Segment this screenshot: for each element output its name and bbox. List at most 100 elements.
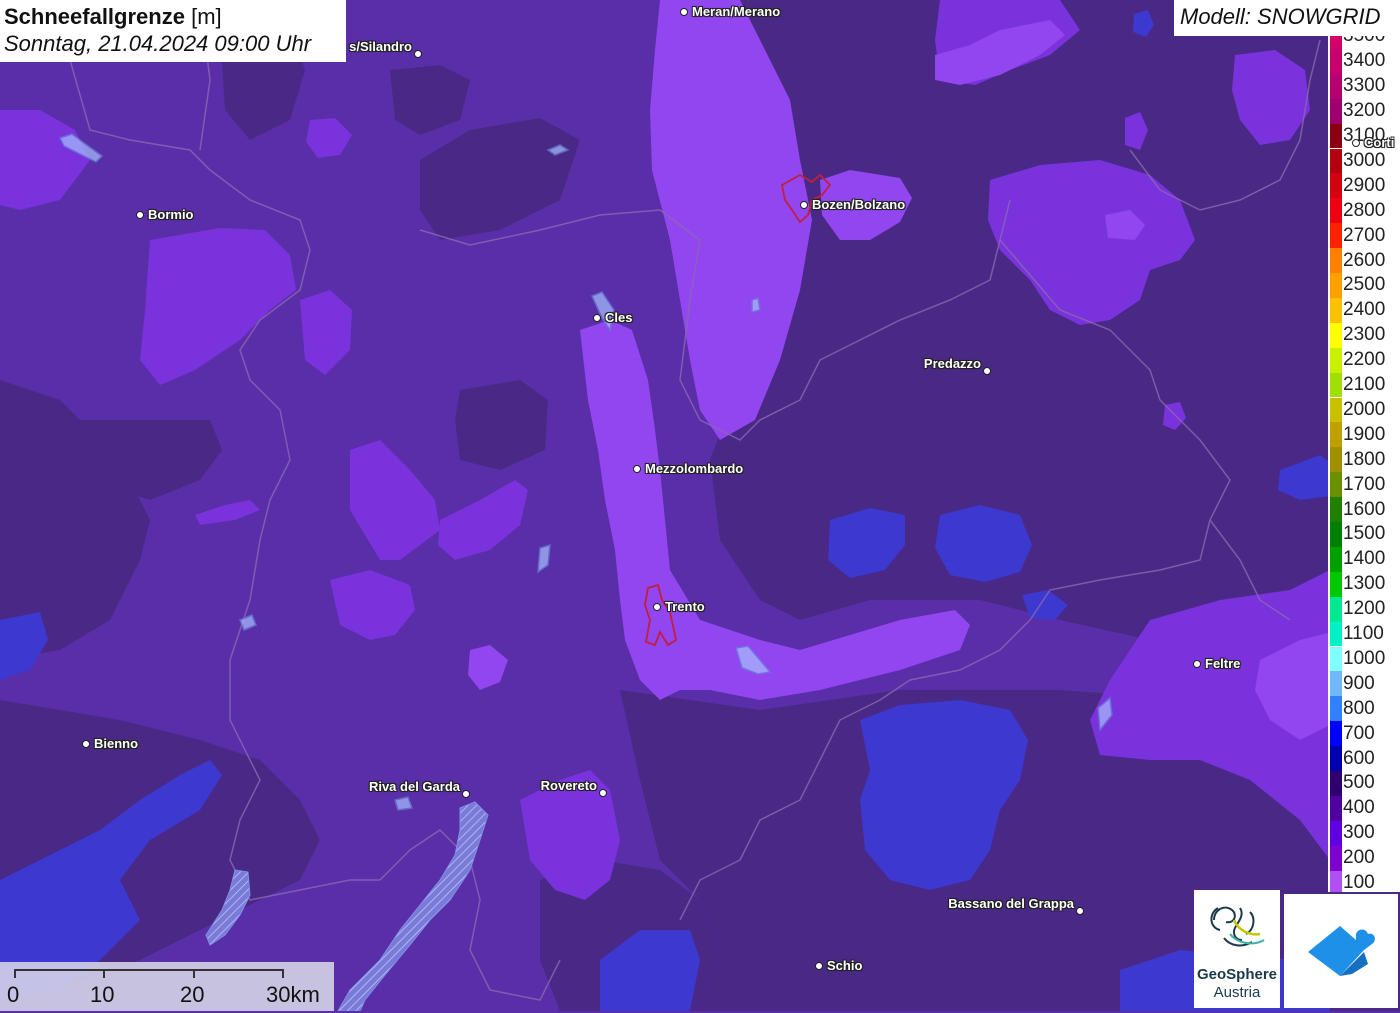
legend-label: 3200 (1343, 100, 1386, 122)
city-dot-icon (800, 201, 808, 209)
city-label: Bormio (148, 207, 194, 222)
legend-item: 100 (1328, 870, 1400, 892)
map-title-box: Schneefallgrenze [m] Sonntag, 21.04.2024… (0, 0, 346, 62)
legend-item: 400 (1328, 795, 1400, 821)
legend-item: 1900 (1328, 422, 1400, 448)
legend-label: 800 (1343, 697, 1375, 719)
legend-label: 400 (1343, 797, 1375, 819)
city-dot-icon (633, 465, 641, 473)
legend-label: 3000 (1343, 149, 1386, 171)
legend-item: 3000 (1328, 148, 1400, 174)
legend-swatch (1330, 621, 1342, 647)
legend-item: 1700 (1328, 472, 1400, 498)
legend-swatch (1330, 795, 1342, 821)
legend-swatch (1330, 347, 1342, 373)
legend-item: 300 (1328, 820, 1400, 846)
legend-label: 2100 (1343, 374, 1386, 396)
city-label: Meran/Merano (692, 4, 781, 19)
legend-label: 700 (1343, 722, 1375, 744)
scale-tick (14, 969, 16, 978)
city-label: Corti (1364, 135, 1395, 150)
legend-item: 2800 (1328, 198, 1400, 224)
legend-label: 2700 (1343, 224, 1386, 246)
legend-item: 2400 (1328, 297, 1400, 323)
city-dot-icon (815, 962, 823, 970)
legend-swatch (1330, 173, 1342, 199)
city-label: Feltre (1205, 656, 1241, 671)
city-dot-icon (1076, 907, 1084, 915)
legend-item: 3400 (1328, 48, 1400, 74)
legend-swatch (1330, 721, 1342, 747)
legend-label: 1600 (1343, 498, 1386, 520)
scale-tick (282, 969, 284, 978)
legend-swatch (1330, 820, 1342, 846)
legend-item: 1000 (1328, 646, 1400, 672)
legend-swatch (1330, 746, 1342, 771)
legend-swatch (1330, 771, 1342, 796)
geosphere-swirl-icon (1210, 906, 1265, 947)
legend-item: 3200 (1328, 98, 1400, 124)
legend-swatch (1330, 322, 1342, 348)
legend-label: 200 (1343, 847, 1375, 869)
legend-label: 1000 (1343, 647, 1386, 669)
city-dot-icon (136, 211, 144, 219)
legend-label: 500 (1343, 772, 1375, 794)
legend-label: 2400 (1343, 299, 1386, 321)
city-dot-icon (593, 314, 601, 322)
legend-item: 2200 (1328, 347, 1400, 373)
city-dot-icon (680, 8, 688, 16)
city-dot-icon (653, 603, 661, 611)
legend-item: 2700 (1328, 223, 1400, 249)
city-dot-icon (983, 367, 991, 375)
city-label: Mezzolombardo (645, 461, 744, 476)
legend-swatch (1330, 671, 1342, 697)
legend-swatch (1330, 98, 1342, 124)
scale-bar-line (14, 969, 284, 971)
legend-swatch (1330, 497, 1342, 522)
legend-item: 200 (1328, 845, 1400, 871)
legend-item: 1300 (1328, 571, 1400, 597)
legend-item: 2500 (1328, 273, 1400, 298)
legend-swatch (1330, 596, 1342, 622)
city-label: Bassano del Grappa (948, 896, 1074, 911)
legend-item: 1600 (1328, 497, 1400, 522)
legend-label: 2800 (1343, 199, 1386, 221)
legend-item: 1400 (1328, 546, 1400, 572)
city-label: Cles (605, 310, 633, 325)
legend-item: 3500 (1328, 36, 1400, 49)
city-dot-icon (1352, 139, 1360, 147)
legend-label: 900 (1343, 672, 1375, 694)
legend-item: 600 (1328, 746, 1400, 771)
city-dot-icon (414, 50, 422, 58)
legend-swatch (1330, 297, 1342, 323)
geosphere-logo[interactable]: GeoSphere Austria (1194, 890, 1280, 1008)
city-label: Bienno (94, 736, 139, 751)
scale-bar: 0 10 20 30km (0, 962, 334, 1011)
map-title: Schneefallgrenze [m] (4, 3, 342, 30)
snowfall-map[interactable] (0, 0, 1400, 1011)
legend-label: 1500 (1343, 523, 1386, 545)
legend-item: 700 (1328, 721, 1400, 747)
legend-label: 1400 (1343, 548, 1386, 570)
color-legend: 3500340033003200310030002900280027002600… (1328, 36, 1400, 892)
city-label: Bozen/Bolzano (812, 197, 906, 212)
city-label: Trento (665, 599, 705, 614)
legend-item: 1800 (1328, 447, 1400, 473)
legend-label: 2300 (1343, 324, 1386, 346)
city-label: s/Silandro (349, 39, 412, 54)
house-cloud-icon (1308, 926, 1375, 976)
legend-swatch (1330, 123, 1342, 149)
city-dot-icon (599, 789, 607, 797)
app-logo[interactable] (1284, 894, 1398, 1008)
legend-label: 2600 (1343, 249, 1386, 271)
legend-label: 300 (1343, 822, 1375, 844)
geosphere-sub: Austria (1213, 984, 1261, 1001)
legend-label: 1900 (1343, 423, 1386, 445)
legend-label: 1100 (1343, 623, 1384, 645)
legend-swatch (1330, 870, 1342, 892)
legend-item: 1200 (1328, 596, 1400, 622)
legend-swatch (1330, 422, 1342, 448)
legend-item: 2600 (1328, 248, 1400, 273)
legend-item: 800 (1328, 696, 1400, 722)
legend-label: 2200 (1343, 349, 1386, 371)
